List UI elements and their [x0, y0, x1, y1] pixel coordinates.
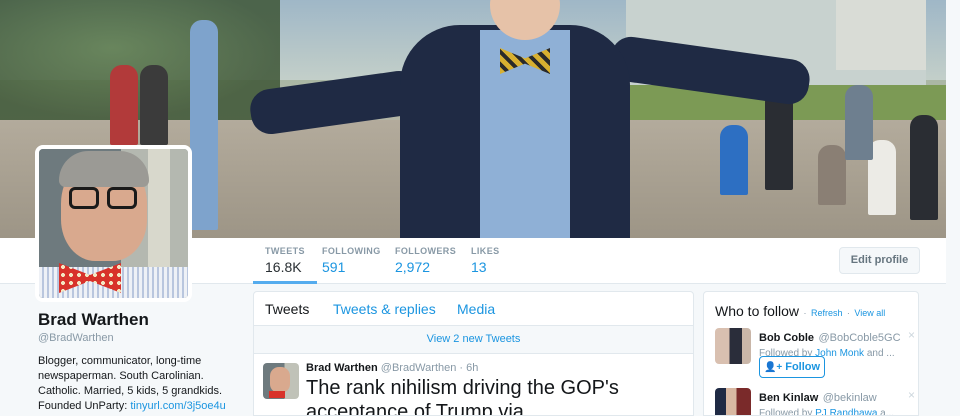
nav-likes[interactable]: LIKES 13	[459, 246, 512, 284]
tab-tweets-replies[interactable]: Tweets & replies	[333, 301, 436, 317]
nav-following-label: FOLLOWING	[322, 246, 381, 256]
dismiss-icon[interactable]: ×	[908, 328, 915, 342]
tweet-header: Brad Warthen @BradWarthen · 6h	[306, 362, 478, 374]
who-to-follow-title: Who to follow	[715, 303, 800, 319]
tab-media[interactable]: Media	[457, 301, 495, 317]
header-separator: ·	[803, 308, 807, 318]
nav-following[interactable]: FOLLOWING 591	[310, 246, 393, 284]
header-bystander	[190, 20, 218, 230]
nav-followers[interactable]: FOLLOWERS 2,972	[383, 246, 468, 284]
nav-tweets-label: TWEETS	[265, 246, 305, 256]
suggestion-followed-by: Followed by PJ Randhawa a...	[759, 408, 904, 416]
profile-name[interactable]: Brad Warthen	[38, 310, 238, 330]
bio-line: Catholic. Married, 5 kids, 5 grandkids.	[38, 385, 223, 397]
nav-likes-count: 13	[471, 259, 487, 275]
profile-card: Brad Warthen @BradWarthen Blogger, commu…	[38, 310, 238, 414]
suggestion-handle[interactable]: @BobCoble5GC	[818, 332, 900, 344]
tweet-avatar[interactable]	[263, 363, 299, 399]
header-monument	[836, 0, 926, 70]
follow-label: Follow	[785, 361, 821, 373]
profile-handle[interactable]: @BradWarthen	[38, 332, 238, 344]
tweet-separator: ·	[459, 362, 464, 374]
header-bystander	[720, 125, 748, 195]
suggestion-avatar[interactable]	[715, 388, 751, 415]
view-all-link[interactable]: View all	[854, 308, 885, 318]
who-to-follow: Who to follow · Refresh · View all Bob C…	[703, 291, 919, 416]
header-bystander	[818, 145, 846, 205]
new-tweets-bar[interactable]: View 2 new Tweets	[254, 326, 693, 354]
nav-tweets-count: 16.8K	[265, 259, 302, 275]
suggestion-name[interactable]: Ben Kinlaw	[759, 392, 818, 404]
nav-tweets[interactable]: TWEETS 16.8K	[253, 246, 317, 284]
bio-founded-text: Founded UnParty:	[38, 400, 131, 412]
bio-line: Blogger, communicator, long-time	[38, 355, 202, 367]
header-bystander	[910, 115, 938, 220]
bio-line: newspaperman. South Carolinian.	[38, 370, 204, 382]
glasses-graphic	[69, 187, 141, 209]
header-separator: ·	[846, 308, 850, 318]
bio-link[interactable]: tinyurl.com/3j5oe4u	[130, 400, 225, 412]
suggestion-avatar[interactable]	[715, 328, 751, 364]
timeline-tabs: Tweets Tweets & replies Media	[254, 292, 693, 326]
followed-by-more: a...	[877, 408, 895, 416]
followed-by-link[interactable]: PJ Randhawa	[815, 408, 877, 415]
tweet-timestamp[interactable]: 6h	[466, 362, 478, 374]
bio-line: Founded UnParty: tinyurl.com/3j5oe4u	[38, 399, 233, 414]
profile-avatar[interactable]	[35, 145, 192, 302]
tweet-text: The rank nihilism driving the GOP's acce…	[306, 377, 619, 416]
follow-button[interactable]: 👤+ Follow	[759, 356, 825, 378]
refresh-link[interactable]: Refresh	[811, 308, 843, 318]
dismiss-icon[interactable]: ×	[908, 388, 915, 402]
tweet-author-handle[interactable]: @BradWarthen	[381, 362, 457, 374]
header-bystander	[140, 65, 168, 145]
nav-followers-count: 2,972	[395, 259, 431, 275]
header-bystander	[110, 65, 138, 145]
nav-likes-label: LIKES	[471, 246, 500, 256]
edit-profile-button[interactable]: Edit profile	[839, 247, 920, 274]
followed-by-more: and ...	[864, 348, 895, 359]
suggestion-handle[interactable]: @bekinlaw	[823, 392, 877, 404]
tweet[interactable]: Brad Warthen @BradWarthen · 6h The rank …	[254, 354, 693, 416]
profile-bio: Blogger, communicator, long-time newspap…	[38, 354, 233, 414]
header-bystander	[765, 90, 793, 190]
timeline: Tweets Tweets & replies Media View 2 new…	[253, 291, 694, 416]
header-main-figure	[247, 0, 813, 238]
header-bystander	[845, 85, 873, 160]
nav-followers-label: FOLLOWERS	[395, 246, 457, 256]
nav-following-count: 591	[322, 259, 346, 275]
tab-tweets[interactable]: Tweets	[265, 301, 309, 317]
add-user-icon: 👤+	[763, 362, 783, 373]
suggestion-name[interactable]: Bob Coble	[759, 332, 814, 344]
who-to-follow-header: Who to follow · Refresh · View all	[715, 303, 885, 321]
followed-by-text: Followed by	[759, 408, 816, 416]
tweet-author-name[interactable]: Brad Warthen	[306, 362, 378, 374]
